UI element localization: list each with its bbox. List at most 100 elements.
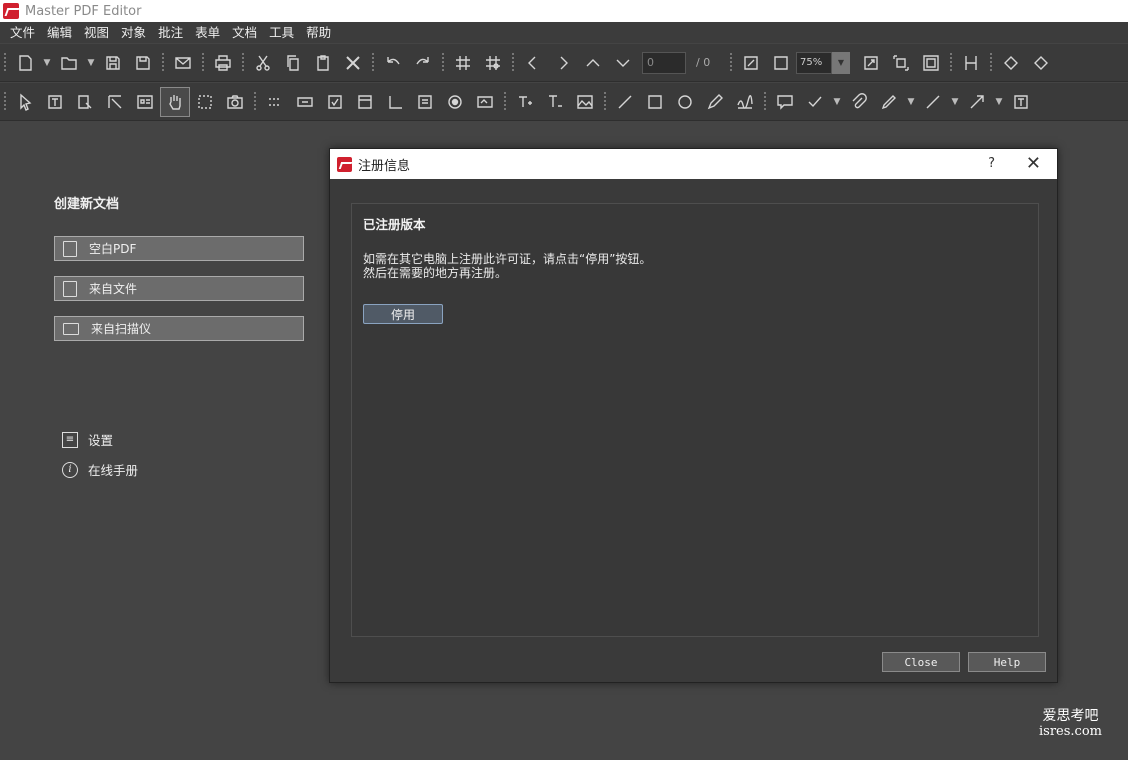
menu-comment[interactable]: 批注 <box>152 22 189 43</box>
arrow-dropdown-icon[interactable]: ▼ <box>992 87 1006 117</box>
toolbar-grip[interactable] <box>512 52 514 73</box>
add-text-icon[interactable] <box>510 87 540 117</box>
page-number-input[interactable]: 0 <box>642 51 686 74</box>
help-button[interactable]: Help <box>968 652 1046 672</box>
rotate-left-icon[interactable] <box>996 48 1026 78</box>
radio-button-icon[interactable] <box>440 87 470 117</box>
menu-help[interactable]: 帮助 <box>300 22 337 43</box>
deactivate-button[interactable]: 停用 <box>363 304 443 324</box>
from-scanner-button[interactable]: 来自扫描仪 <box>54 316 304 341</box>
last-page-icon[interactable] <box>608 48 638 78</box>
undo-icon[interactable] <box>378 48 408 78</box>
text-annotation-icon[interactable] <box>1006 87 1036 117</box>
toolbar-grip[interactable] <box>202 52 204 73</box>
save-icon[interactable] <box>98 48 128 78</box>
edit-text-icon[interactable] <box>40 87 70 117</box>
highlighter-icon[interactable] <box>874 87 904 117</box>
attachment-icon[interactable] <box>844 87 874 117</box>
print-icon[interactable] <box>208 48 238 78</box>
measure-dropdown-icon[interactable]: ▼ <box>948 87 962 117</box>
toolbar-grip[interactable] <box>442 52 444 73</box>
first-page-icon[interactable] <box>578 48 608 78</box>
fit-width-icon[interactable] <box>736 48 766 78</box>
select-arrow-icon[interactable] <box>10 87 40 117</box>
push-button-icon[interactable] <box>290 87 320 117</box>
zoom-in-icon[interactable] <box>856 48 886 78</box>
edit-object-icon[interactable] <box>70 87 100 117</box>
delete-icon[interactable] <box>338 48 368 78</box>
toolbar-grip[interactable] <box>950 52 952 73</box>
rotate-right-icon[interactable] <box>1026 48 1056 78</box>
toolbar-grip[interactable] <box>372 52 374 73</box>
menu-file[interactable]: 文件 <box>4 22 41 43</box>
check-mark-icon[interactable] <box>800 87 830 117</box>
text-field-icon[interactable] <box>380 87 410 117</box>
fit-page-icon[interactable] <box>886 48 916 78</box>
menu-tools[interactable]: 工具 <box>263 22 300 43</box>
cut-icon[interactable] <box>248 48 278 78</box>
actual-size-icon[interactable] <box>766 48 796 78</box>
toolbar-grip[interactable] <box>504 91 506 112</box>
menu-document[interactable]: 文档 <box>226 22 263 43</box>
toolbar-grip[interactable] <box>242 52 244 73</box>
signature-field-icon[interactable] <box>470 87 500 117</box>
copy-icon[interactable] <box>278 48 308 78</box>
list-box-icon[interactable] <box>410 87 440 117</box>
zoom-input[interactable]: 75% <box>796 51 832 74</box>
fit-visible-icon[interactable] <box>916 48 946 78</box>
combo-box-icon[interactable] <box>350 87 380 117</box>
toolbar-grip[interactable] <box>990 52 992 73</box>
snap-grid-icon[interactable] <box>478 48 508 78</box>
close-icon[interactable]: ✕ <box>1026 153 1041 174</box>
link-icon[interactable] <box>260 87 290 117</box>
line-icon[interactable] <box>610 87 640 117</box>
pencil-icon[interactable] <box>700 87 730 117</box>
next-page-icon[interactable] <box>548 48 578 78</box>
split-view-icon[interactable] <box>956 48 986 78</box>
toolbar-grip[interactable] <box>730 52 732 73</box>
sticky-note-icon[interactable] <box>770 87 800 117</box>
measure-line-icon[interactable] <box>918 87 948 117</box>
snapshot-icon[interactable] <box>220 87 250 117</box>
forms-icon[interactable] <box>130 87 160 117</box>
dialog-titlebar[interactable]: 注册信息 ? ✕ <box>330 149 1057 179</box>
rectangle-icon[interactable] <box>640 87 670 117</box>
redo-icon[interactable] <box>408 48 438 78</box>
paste-icon[interactable] <box>308 48 338 78</box>
email-icon[interactable] <box>168 48 198 78</box>
menu-edit[interactable]: 编辑 <box>41 22 78 43</box>
grid-icon[interactable] <box>448 48 478 78</box>
signature-icon[interactable] <box>730 87 760 117</box>
toolbar-grip[interactable] <box>254 91 256 112</box>
toolbar-grip[interactable] <box>162 52 164 73</box>
edit-forms-icon[interactable] <box>100 87 130 117</box>
checkbox-icon[interactable] <box>320 87 350 117</box>
settings-link[interactable]: ≡ 设置 <box>62 430 113 449</box>
toolbar-grip[interactable] <box>4 91 6 112</box>
online-manual-link[interactable]: i 在线手册 <box>62 460 138 479</box>
blank-pdf-button[interactable]: 空白PDF <box>54 236 304 261</box>
zoom-dropdown-icon[interactable]: ▼ <box>832 51 850 74</box>
close-button[interactable]: Close <box>882 652 960 672</box>
ellipse-icon[interactable] <box>670 87 700 117</box>
menu-forms[interactable]: 表单 <box>189 22 226 43</box>
menu-view[interactable]: 视图 <box>78 22 115 43</box>
save-as-icon[interactable] <box>128 48 158 78</box>
new-document-icon[interactable] <box>10 48 40 78</box>
add-image-icon[interactable] <box>570 87 600 117</box>
open-dropdown-icon[interactable]: ▼ <box>84 48 98 78</box>
prev-page-icon[interactable] <box>518 48 548 78</box>
hand-tool-icon[interactable] <box>160 86 190 117</box>
help-question-icon[interactable]: ? <box>988 156 995 171</box>
marquee-select-icon[interactable] <box>190 87 220 117</box>
from-file-button[interactable]: 来自文件 <box>54 276 304 301</box>
open-folder-icon[interactable] <box>54 48 84 78</box>
new-dropdown-icon[interactable]: ▼ <box>40 48 54 78</box>
toolbar-grip[interactable] <box>764 91 766 112</box>
menu-object[interactable]: 对象 <box>115 22 152 43</box>
highlighter-dropdown-icon[interactable]: ▼ <box>904 87 918 117</box>
toolbar-grip[interactable] <box>604 91 606 112</box>
check-dropdown-icon[interactable]: ▼ <box>830 87 844 117</box>
toolbar-grip[interactable] <box>4 52 6 73</box>
add-text-box-icon[interactable] <box>540 87 570 117</box>
